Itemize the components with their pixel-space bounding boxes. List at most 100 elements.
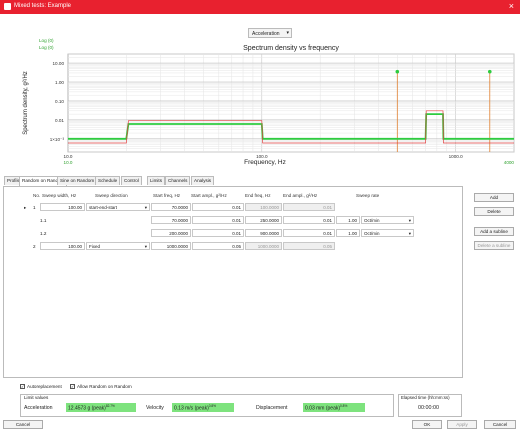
x-tick-label: 100.0 [256,154,268,159]
autoreplacement-label: Autoreplacement [27,384,62,389]
velocity-percent: 0.8% [208,404,217,408]
cell-start-freq[interactable]: 70.0000 [151,216,191,224]
ok-button[interactable]: OK [412,420,442,429]
cell-rate-unit[interactable]: Oct/min ▾ [361,216,414,224]
cell-width[interactable]: 100.00 [40,242,85,250]
cell-end-freq: 1000.0000 [245,242,282,250]
footer-cancel-button[interactable]: Cancel [3,420,43,429]
cell-start-ampl[interactable]: 0.01 [192,216,244,224]
cell-rate-unit[interactable]: Oct/min ▾ [361,229,414,237]
sine-point [487,69,492,74]
header-no: No. [33,193,41,198]
x-tick-label-secondary: 4000 [504,160,515,165]
tab-panel [3,186,463,378]
row-expand-icon[interactable]: ▸ [24,205,26,211]
close-icon[interactable]: × [509,1,514,11]
header-start-ampl: Start ampl., g²/Hz [191,193,227,198]
acceleration-percent: 82.7% [105,404,115,408]
limit-values-title: Limit values [24,395,49,400]
apply-button[interactable]: Apply [447,420,477,429]
app-icon [4,3,11,10]
elapsed-label: Elapsed time (hh:mm:ss) [401,395,450,400]
cell-width[interactable]: 100.00 [40,203,85,211]
y-tick-label: 1.00 [55,80,64,85]
velocity-meter: 0.13 m/s (peak)0.8% [172,403,234,412]
velocity-value: 0.13 m/s (peak) [174,405,209,412]
mode-select[interactable]: Acceleration ▾ [248,28,292,38]
cell-rate[interactable]: 1.00 [336,229,360,237]
cell-start-ampl[interactable]: 0.05 [192,242,244,250]
acceleration-value: 12.4573 g (peak) [68,405,106,412]
add-button[interactable]: Add [474,193,514,202]
y-tick-label: 0.10 [55,99,64,104]
tab-control[interactable]: Control [121,176,142,185]
sine-point [395,69,400,74]
mode-select-value: Acceleration [252,31,280,37]
cell-start-freq[interactable]: 1000.0000 [151,242,191,250]
header-start-freq: Start freq, Hz [153,193,181,198]
y-tick-label: 0.01 [55,118,64,123]
cell-no: 1.1 [40,218,47,223]
velocity-label: Velocity [146,405,164,411]
cell-end-ampl[interactable]: 0.01 [283,229,335,237]
chevron-down-icon: ▾ [286,30,289,36]
tab-analysis[interactable]: Analysis [191,176,215,185]
y-tick-label: 10.00 [53,61,65,66]
cell-end-freq[interactable]: 250.0000 [245,216,282,224]
header-sweep-direction: Sweep direction [95,193,128,198]
cell-end-ampl: 0.05 [283,242,335,250]
elapsed-value: 00:00:00 [418,405,439,411]
cell-no: 1.2 [40,231,47,236]
y-tick-label: 1×10⁻³ [50,137,65,142]
cell-end-freq[interactable]: 900.0000 [245,229,282,237]
tab-limits[interactable]: Limits [147,176,165,185]
header-sweep-width: Sweep width, Hz [42,193,77,198]
x-axis-label: Frequency, Hz [244,159,286,166]
add-subline-button[interactable]: Add a subline [474,227,514,236]
cell-end-freq: 100.0000 [245,203,282,211]
x-tick-label-secondary: 10.0 [64,160,73,165]
cell-end-ampl[interactable]: 0.01 [283,216,335,224]
x-tick-label: 10.0 [64,154,73,159]
header-end-ampl: End ampl., g²/Hz [283,193,318,198]
delete-subline-button[interactable]: Delete a subline [474,241,514,250]
cell-start-freq[interactable]: 70.0000 [151,203,191,211]
acceleration-meter: 12.4573 g (peak)82.7% [66,403,136,412]
y-axis-label: Spectrum density, g²/Hz [23,71,29,135]
cell-direction[interactable]: start-end-start ▾ [86,203,150,211]
cell-no: 2 [33,244,36,249]
chevron-down-icon: ▾ [408,231,411,236]
cell-direction-value: Fixed [89,244,101,249]
tab-sine-on-random[interactable]: Sine on Random [57,176,98,185]
cell-rate-unit-value: Oct/min [364,231,380,236]
cell-direction[interactable]: Fixed ▾ [86,242,150,250]
header-sweep-rate: Sweep rate [356,193,380,198]
displacement-meter: 0.03 mm (peak)0.8% [303,403,365,412]
allow-random-checkbox[interactable]: ✓ [70,384,75,389]
chart-title: Spectrum density vs frequency [243,45,339,52]
chevron-down-icon: ▾ [408,218,411,223]
header-end-freq: End freq, Hz [245,193,271,198]
cell-start-ampl[interactable]: 0.01 [192,229,244,237]
window-title: Mixed tests: Example [14,3,72,9]
tab-schedule[interactable]: Schedule [95,176,121,185]
autoreplacement-checkbox[interactable]: ✓ [20,384,25,389]
cell-start-freq[interactable]: 200.0000 [151,229,191,237]
chevron-down-icon: ▾ [144,205,147,210]
delete-button[interactable]: Delete [474,207,514,216]
title-bar: Mixed tests: Example × [0,0,520,14]
cell-no: 1 [33,205,36,210]
allow-random-label: Allow Random on Random [77,384,132,389]
tab-channels[interactable]: Channels [165,176,191,185]
acceleration-label: Acceleration [24,405,53,411]
cell-rate-unit-value: Oct/min [364,218,380,223]
cell-rate[interactable]: 1.00 [336,216,360,224]
chevron-down-icon: ▾ [144,244,147,249]
displacement-value: 0.03 mm (peak) [305,405,341,412]
cell-start-ampl[interactable]: 0.01 [192,203,244,211]
cell-end-ampl: 0.01 [283,203,335,211]
cell-direction-value: start-end-start [89,205,118,210]
close-button[interactable]: Cancel [484,420,516,429]
spectrum-chart: Spectrum density vs frequency Frequency, … [23,45,515,166]
x-tick-label: 1000.0 [449,154,463,159]
